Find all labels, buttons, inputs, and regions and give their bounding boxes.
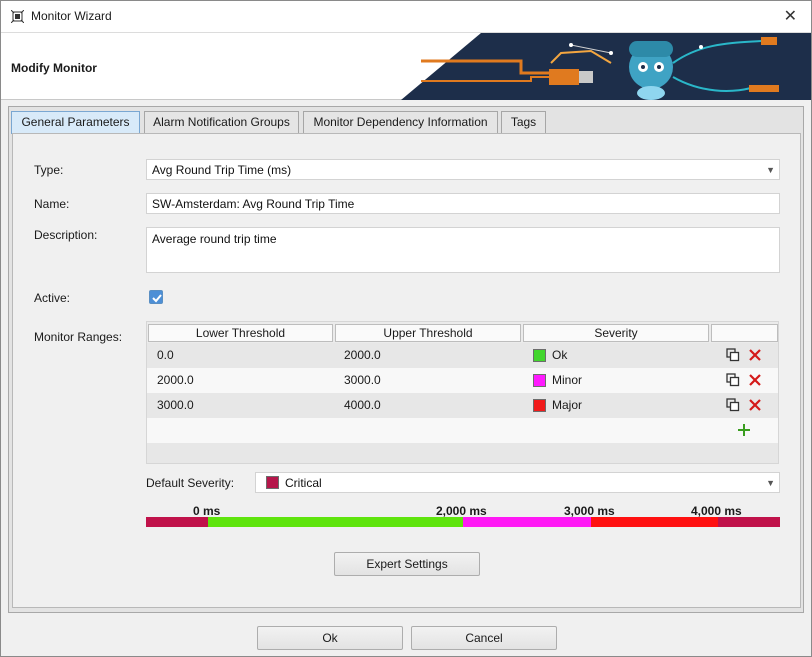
cancel-button[interactable]: Cancel <box>411 626 557 650</box>
scale-segment-ok <box>208 517 463 527</box>
scale-segment-minor <box>463 517 591 527</box>
banner-robot-illustration <box>401 33 811 100</box>
scale-label-3000: 3,000 ms <box>564 504 615 518</box>
severity-cell[interactable]: Major <box>552 393 582 418</box>
expert-settings-button[interactable]: Expert Settings <box>334 552 480 576</box>
monitor-wizard-icon <box>11 10 24 23</box>
default-severity-label: Default Severity: <box>146 476 235 490</box>
tab-general-parameters[interactable]: General Parameters <box>11 111 140 134</box>
checkmark-icon <box>152 294 162 303</box>
ok-button[interactable]: Ok <box>257 626 403 650</box>
severity-color-swatch <box>533 374 546 387</box>
active-checkbox[interactable] <box>149 290 163 304</box>
monitor-wizard-window: Monitor Wizard ✕ Modify Monitor General … <box>0 0 812 657</box>
table-row[interactable]: 3000.0 4000.0 Major <box>147 393 778 418</box>
wizard-banner: Modify Monitor <box>1 32 811 100</box>
delete-icon[interactable] <box>748 398 762 412</box>
name-field-value: SW-Amsterdam: Avg Round Trip Time <box>152 197 355 211</box>
copy-icon[interactable] <box>726 373 740 387</box>
description-field-value: Average round trip time <box>152 232 277 246</box>
tab-tags[interactable]: Tags <box>501 111 546 134</box>
add-icon[interactable] <box>737 423 751 437</box>
copy-icon[interactable] <box>726 398 740 412</box>
severity-color-swatch <box>533 399 546 412</box>
banner-title: Modify Monitor <box>11 61 97 75</box>
upper-threshold-cell[interactable]: 4000.0 <box>344 393 381 418</box>
table-row-add <box>147 418 778 443</box>
monitor-ranges-label: Monitor Ranges: <box>34 330 123 344</box>
scale-segment-major <box>591 517 718 527</box>
window-title: Monitor Wizard <box>31 9 112 23</box>
table-row[interactable]: 2000.0 3000.0 Minor <box>147 368 778 393</box>
scale-label-0: 0 ms <box>193 504 221 518</box>
type-select[interactable]: Avg Round Trip Time (ms) ▼ <box>146 159 780 180</box>
default-severity-value: Critical <box>285 476 322 490</box>
monitor-ranges-grid: Lower Threshold Upper Threshold Severity… <box>146 321 779 464</box>
close-icon[interactable]: ✕ <box>784 6 797 26</box>
upper-threshold-cell[interactable]: 2000.0 <box>344 343 381 368</box>
scale-segment-critical-high <box>718 517 780 527</box>
default-severity-swatch <box>266 476 279 489</box>
upper-threshold-cell[interactable]: 3000.0 <box>344 368 381 393</box>
tab-alarm-notification-groups[interactable]: Alarm Notification Groups <box>144 111 299 134</box>
scale-label-4000: 4,000 ms <box>691 504 742 518</box>
lower-threshold-cell[interactable]: 3000.0 <box>157 393 194 418</box>
column-header-severity[interactable]: Severity <box>523 324 709 342</box>
chevron-down-icon: ▼ <box>766 478 775 488</box>
column-header-actions <box>711 324 778 342</box>
description-field[interactable]: Average round trip time <box>146 227 780 273</box>
default-severity-select[interactable]: Critical ▼ <box>255 472 780 493</box>
delete-icon[interactable] <box>748 373 762 387</box>
delete-icon[interactable] <box>748 348 762 362</box>
column-header-lower-threshold[interactable]: Lower Threshold <box>148 324 333 342</box>
copy-icon[interactable] <box>726 348 740 362</box>
lower-threshold-cell[interactable]: 0.0 <box>157 343 174 368</box>
title-bar: Monitor Wizard ✕ <box>1 1 811 32</box>
type-label: Type: <box>34 163 64 177</box>
chevron-down-icon: ▼ <box>766 165 775 175</box>
table-row[interactable]: 0.0 2000.0 Ok <box>147 343 778 368</box>
severity-cell[interactable]: Ok <box>552 343 567 368</box>
severity-cell[interactable]: Minor <box>552 368 582 393</box>
name-label: Name: <box>34 197 70 211</box>
type-select-value: Avg Round Trip Time (ms) <box>152 163 292 177</box>
name-field[interactable]: SW-Amsterdam: Avg Round Trip Time <box>146 193 780 214</box>
active-label: Active: <box>34 291 71 305</box>
scale-label-2000: 2,000 ms <box>436 504 487 518</box>
scale-segment-critical-low <box>146 517 208 527</box>
description-label: Description: <box>34 228 98 242</box>
lower-threshold-cell[interactable]: 2000.0 <box>157 368 194 393</box>
tab-monitor-dependency-information[interactable]: Monitor Dependency Information <box>303 111 498 134</box>
severity-color-swatch <box>533 349 546 362</box>
column-header-upper-threshold[interactable]: Upper Threshold <box>335 324 521 342</box>
table-row-empty <box>147 443 778 463</box>
